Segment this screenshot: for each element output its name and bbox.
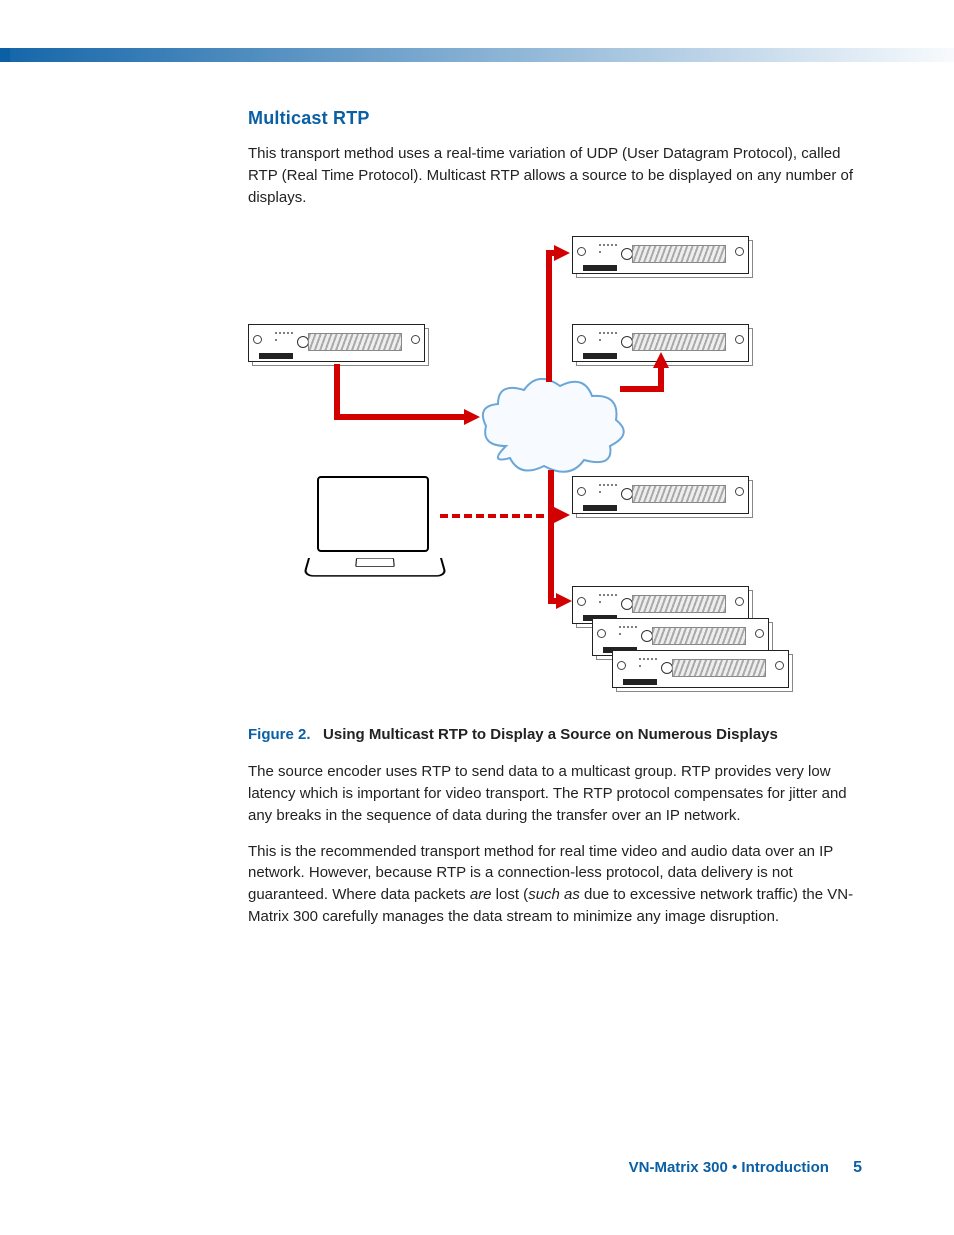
arrow-cloud-to-d1 — [546, 254, 552, 382]
dashed-control-link — [440, 514, 556, 518]
footer-breadcrumb: VN-Matrix 300 • Introduction — [629, 1159, 829, 1176]
network-cloud — [476, 376, 626, 476]
intro-paragraph: This transport method uses a real-time v… — [248, 143, 862, 208]
figure-number: Figure 2. — [248, 726, 311, 743]
device-source-encoder — [248, 324, 425, 362]
page-top-accent — [0, 48, 954, 62]
footer-page-number: 5 — [853, 1159, 862, 1176]
laptop-controller — [308, 476, 438, 576]
page-content: Multicast RTP This transport method uses… — [248, 108, 862, 942]
page-footer: VN-Matrix 300 • Introduction 5 — [629, 1159, 862, 1177]
figure-caption: Figure 2. Using Multicast RTP to Display… — [248, 726, 862, 743]
device-decoder-3 — [572, 476, 749, 514]
device-decoder-1 — [572, 236, 749, 274]
figure-title: Using Multicast RTP to Display a Source … — [323, 726, 778, 743]
section-heading: Multicast RTP — [248, 108, 862, 129]
arrow-source-to-cloud — [334, 364, 340, 420]
body-paragraph-3: This is the recommended transport method… — [248, 841, 862, 928]
device-decoder-stack — [572, 586, 789, 688]
arrow-cloud-to-stack — [548, 470, 554, 604]
figure-2-diagram — [248, 226, 862, 706]
body-paragraph-2: The source encoder uses RTP to send data… — [248, 761, 862, 826]
